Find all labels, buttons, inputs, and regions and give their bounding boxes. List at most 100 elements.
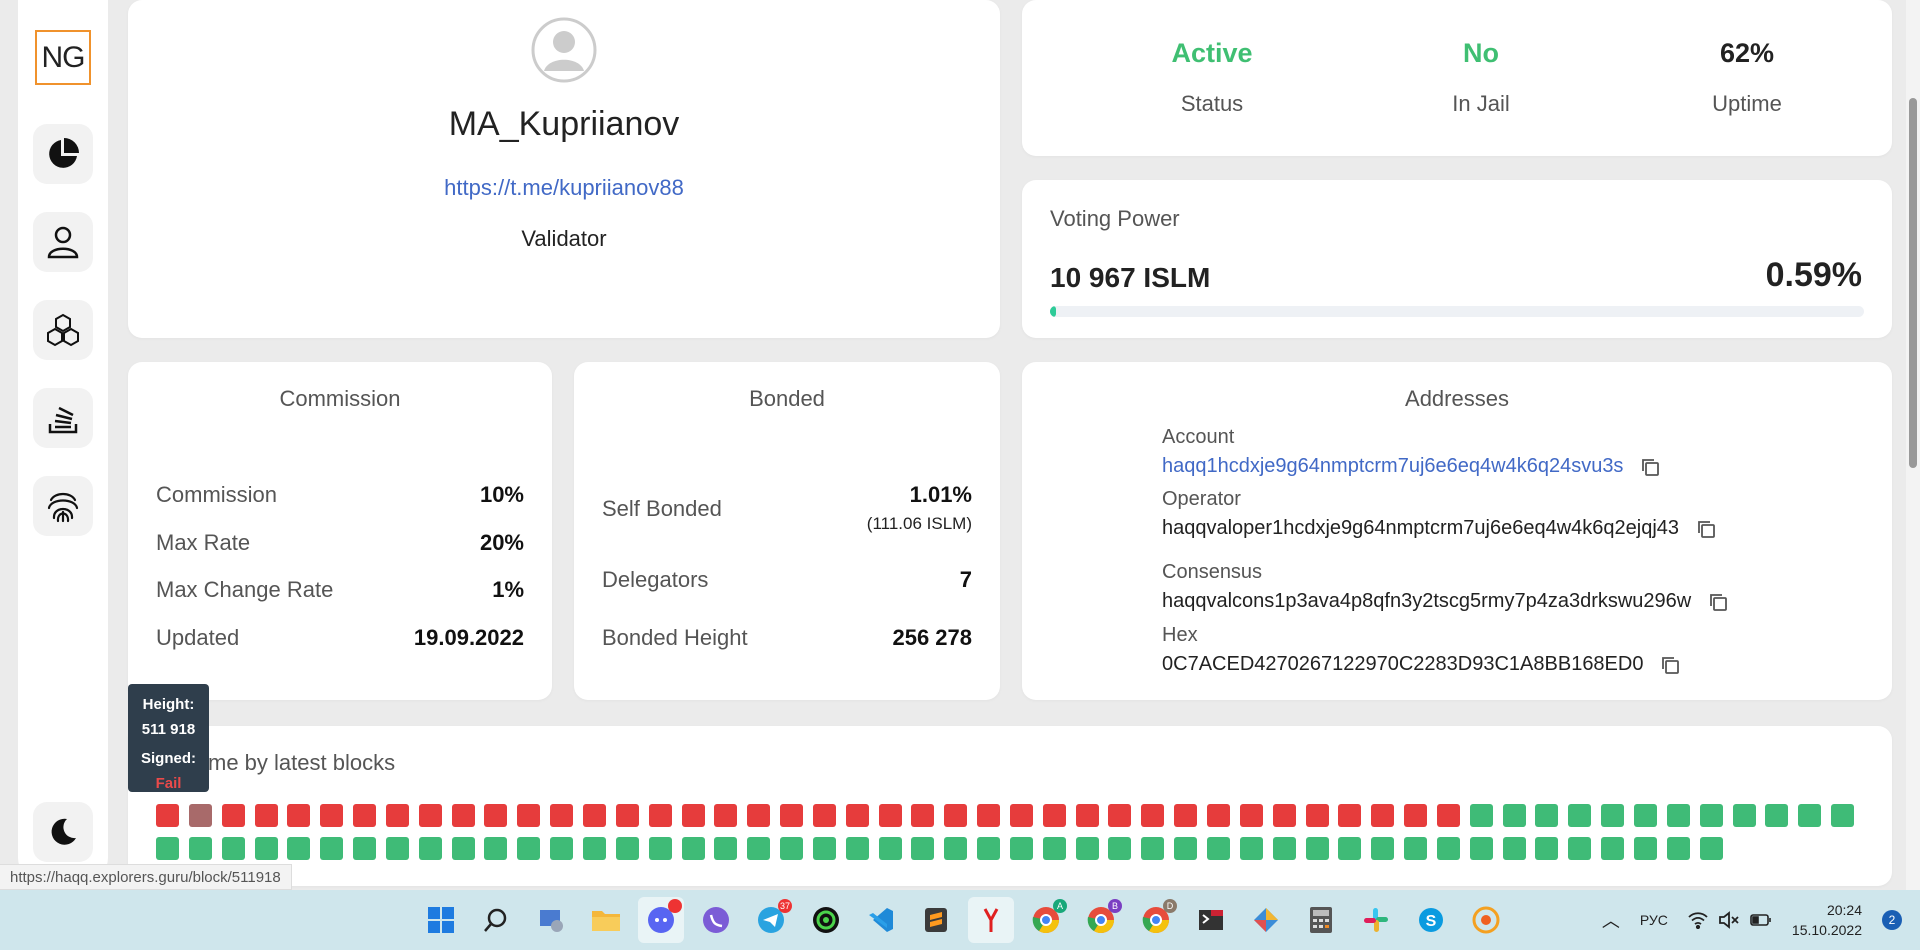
uptime-block-ok[interactable] <box>1601 837 1625 860</box>
uptime-block-ok[interactable] <box>1174 837 1198 860</box>
start-button[interactable] <box>418 897 464 943</box>
nav-transactions-button[interactable] <box>33 388 93 448</box>
uptime-block-fail[interactable] <box>878 804 902 827</box>
uptime-block-fail[interactable] <box>977 804 1001 827</box>
uptime-block-ok[interactable] <box>1535 804 1559 827</box>
uptime-block-ok[interactable] <box>1765 804 1789 827</box>
chrome-profile-b-app[interactable]: B <box>1078 897 1124 943</box>
nav-validators-button[interactable] <box>33 212 93 272</box>
vscode-app[interactable] <box>858 897 904 943</box>
uptime-block-fail[interactable] <box>156 804 179 827</box>
uptime-block-ok[interactable] <box>1075 837 1099 860</box>
uptime-block-fail[interactable] <box>1338 804 1362 827</box>
uptime-block-ok[interactable] <box>1502 837 1526 860</box>
chrome-profile-d-app[interactable]: D <box>1133 897 1179 943</box>
uptime-block-ok[interactable] <box>517 837 541 860</box>
uptime-block-ok[interactable] <box>188 837 212 860</box>
uptime-block-hover[interactable] <box>188 804 212 827</box>
uptime-block-ok[interactable] <box>1831 804 1855 827</box>
uptime-block-ok[interactable] <box>353 837 377 860</box>
nav-dashboard-button[interactable] <box>33 124 93 184</box>
uptime-block-ok[interactable] <box>1207 837 1230 860</box>
uptime-block-fail[interactable] <box>1305 804 1329 827</box>
uptime-block-ok[interactable] <box>911 837 935 860</box>
uptime-block-ok[interactable] <box>878 837 902 860</box>
uptime-block-ok[interactable] <box>1732 804 1756 827</box>
discord-app[interactable] <box>638 897 684 943</box>
copy-icon[interactable] <box>1695 518 1717 540</box>
uptime-block-fail[interactable] <box>1404 804 1428 827</box>
uptime-block-fail[interactable] <box>615 804 639 827</box>
uptime-block-ok[interactable] <box>747 837 771 860</box>
uptime-block-ok[interactable] <box>1633 837 1657 860</box>
uptime-block-fail[interactable] <box>517 804 541 827</box>
chevron-up-icon[interactable]: ︿ <box>1602 907 1620 933</box>
uptime-block-ok[interactable] <box>1502 804 1526 827</box>
uptime-block-fail[interactable] <box>484 804 508 827</box>
skype-app[interactable]: S <box>1408 897 1454 943</box>
search-button[interactable] <box>473 897 519 943</box>
validator-website-link[interactable]: https://t.me/kupriianov88 <box>128 175 1000 201</box>
slack-app[interactable] <box>1353 897 1399 943</box>
scrollbar-thumb[interactable] <box>1909 98 1917 468</box>
uptime-block-fail[interactable] <box>1075 804 1099 827</box>
uptime-block-fail[interactable] <box>1108 804 1132 827</box>
uptime-block-ok[interactable] <box>1108 837 1132 860</box>
uptime-block-fail[interactable] <box>1009 804 1033 827</box>
uptime-block-fail[interactable] <box>944 804 968 827</box>
uptime-block-ok[interactable] <box>1371 837 1395 860</box>
sublime-app[interactable] <box>913 897 959 943</box>
input-language[interactable]: РУС <box>1640 912 1668 928</box>
uptime-block-ok[interactable] <box>582 837 606 860</box>
uptime-block-fail[interactable] <box>254 804 278 827</box>
uptime-block-ok[interactable] <box>484 837 508 860</box>
uptime-block-fail[interactable] <box>418 804 442 827</box>
uptime-block-ok[interactable] <box>287 837 311 860</box>
uptime-block-ok[interactable] <box>780 837 804 860</box>
uptime-block-ok[interactable] <box>320 837 344 860</box>
uptime-block-fail[interactable] <box>1371 804 1395 827</box>
uptime-block-fail[interactable] <box>1174 804 1198 827</box>
uptime-block-fail[interactable] <box>845 804 869 827</box>
uptime-block-fail[interactable] <box>287 804 311 827</box>
nav-proposals-button[interactable] <box>33 476 93 536</box>
uptime-block-ok[interactable] <box>451 837 475 860</box>
uptime-block-ok[interactable] <box>1699 837 1723 860</box>
uptime-block-ok[interactable] <box>1535 837 1559 860</box>
uptime-block-fail[interactable] <box>1042 804 1066 827</box>
uptime-block-fail[interactable] <box>550 804 574 827</box>
uptime-block-ok[interactable] <box>648 837 672 860</box>
terminal-app[interactable] <box>1188 897 1234 943</box>
uptime-block-ok[interactable] <box>1239 837 1263 860</box>
file-explorer-app[interactable] <box>583 897 629 943</box>
uptime-block-fail[interactable] <box>714 804 738 827</box>
nav-blocks-button[interactable] <box>33 300 93 360</box>
uptime-block-ok[interactable] <box>1404 837 1428 860</box>
uptime-block-fail[interactable] <box>320 804 344 827</box>
uptime-block-fail[interactable] <box>1207 804 1230 827</box>
uptime-block-ok[interactable] <box>156 837 179 860</box>
uptime-block-ok[interactable] <box>1699 804 1723 827</box>
tray-icons[interactable] <box>1688 911 1772 929</box>
uptime-block-fail[interactable] <box>911 804 935 827</box>
uptime-block-fail[interactable] <box>353 804 377 827</box>
uptime-block-ok[interactable] <box>681 837 705 860</box>
chrome-profile-a-app[interactable]: A <box>1023 897 1069 943</box>
uptime-block-fail[interactable] <box>451 804 475 827</box>
uptime-block-ok[interactable] <box>1601 804 1625 827</box>
uptime-block-fail[interactable] <box>1141 804 1165 827</box>
uptime-block-ok[interactable] <box>1568 837 1592 860</box>
theme-toggle-button[interactable] <box>33 802 93 862</box>
uptime-block-ok[interactable] <box>1798 804 1822 827</box>
copy-icon[interactable] <box>1707 591 1729 613</box>
yandex-browser-app[interactable] <box>968 897 1014 943</box>
uptime-block-ok[interactable] <box>845 837 869 860</box>
uptime-block-ok[interactable] <box>221 837 245 860</box>
uptime-block-fail[interactable] <box>1436 804 1460 827</box>
uptime-block-ok[interactable] <box>1338 837 1362 860</box>
uptime-block-fail[interactable] <box>1239 804 1263 827</box>
uptime-block-fail[interactable] <box>681 804 705 827</box>
uptime-block-ok[interactable] <box>1009 837 1033 860</box>
logo[interactable]: NG <box>35 30 91 85</box>
account-link[interactable]: haqq1hcdxje9g64nmptcrm7uj6e6eq4w4k6q24sv… <box>1162 455 1623 478</box>
